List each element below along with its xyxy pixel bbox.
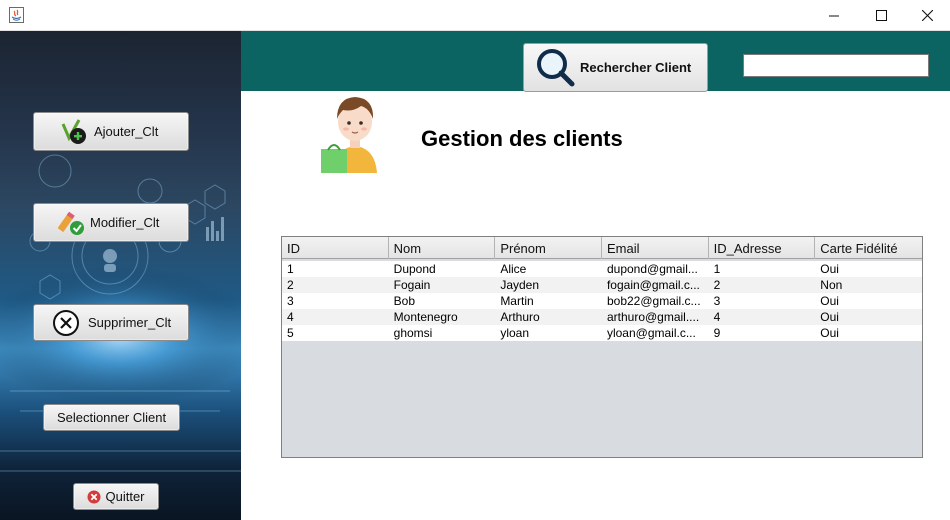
column-header-email[interactable]: Email — [602, 237, 709, 259]
quit-label: Quitter — [105, 489, 145, 504]
cell-prenom: Alice — [500, 262, 527, 276]
cell-email: bob22@gmail.c... — [606, 294, 701, 308]
quit-icon — [87, 490, 101, 503]
cell-prenom: Arthuro — [500, 310, 540, 324]
maximize-button[interactable] — [858, 0, 904, 31]
cell-email: arthuro@gmail.... — [606, 310, 700, 324]
cell-nom: Montenegro — [393, 310, 458, 324]
add-client-button[interactable]: Ajouter_Clt — [33, 112, 189, 151]
cell-carte-fidelite: Non — [820, 278, 843, 292]
cell-email: yloan@gmail.c... — [606, 326, 696, 340]
cell-id-adresse: 2 — [713, 278, 721, 292]
search-client-label: Rechercher Client — [580, 60, 692, 75]
select-client-button[interactable]: Selectionner Client — [43, 404, 180, 431]
cell-id: 4 — [287, 310, 294, 324]
delete-client-label: Supprimer_Clt — [88, 315, 172, 330]
add-client-label: Ajouter_Clt — [94, 124, 159, 139]
java-app-icon — [9, 7, 24, 23]
search-client-button[interactable]: Rechercher Client — [523, 43, 708, 92]
cell-carte-fidelite: Oui — [820, 294, 839, 308]
search-input[interactable] — [743, 54, 929, 77]
column-header-nom[interactable]: Nom — [389, 237, 496, 259]
clients-table[interactable]: ID Nom Prénom Email ID_Adresse Carte Fid… — [281, 236, 923, 458]
edit-client-icon — [58, 211, 84, 235]
cell-prenom: yloan — [500, 326, 529, 340]
table-header: ID Nom Prénom Email ID_Adresse Carte Fid… — [282, 237, 922, 259]
cell-id: 1 — [287, 262, 294, 276]
delete-client-button[interactable]: Supprimer_Clt — [33, 304, 189, 341]
table-row[interactable]: 1 Dupond Alice dupond@gmail... 1 Oui — [282, 261, 922, 277]
cell-nom: ghomsi — [393, 326, 433, 340]
cell-id: 3 — [287, 294, 294, 308]
cell-id: 2 — [287, 278, 294, 292]
minimize-button[interactable] — [811, 0, 857, 31]
cell-nom: Dupond — [393, 262, 436, 276]
client-avatar-illustration — [321, 92, 389, 173]
table-row[interactable]: 4 Montenegro Arthuro arthuro@gmail.... 4… — [282, 309, 922, 325]
quit-button[interactable]: Quitter — [73, 483, 159, 510]
page-title: Gestion des clients — [421, 126, 623, 151]
cell-nom: Bob — [393, 294, 416, 308]
table-row[interactable]: 2 Fogain Jayden fogain@gmail.c... 2 Non — [282, 277, 922, 293]
cell-email: dupond@gmail... — [606, 262, 698, 276]
magnifier-icon — [537, 48, 575, 86]
delete-client-icon — [53, 309, 79, 336]
sidebar-background-art — [0, 154, 241, 472]
cell-id-adresse: 9 — [713, 326, 721, 340]
cell-email: fogain@gmail.c... — [606, 278, 700, 292]
edit-client-button[interactable]: Modifier_Clt — [33, 203, 189, 242]
close-icon — [921, 10, 933, 21]
maximize-icon — [875, 10, 887, 21]
cell-nom: Fogain — [393, 278, 431, 292]
table-body: 1 Dupond Alice dupond@gmail... 1 Oui 2 F… — [282, 261, 922, 341]
window-title-bar — [0, 0, 950, 31]
column-header-carte-fidelite[interactable]: Carte Fidélité — [815, 237, 922, 259]
column-header-id-adresse[interactable]: ID_Adresse — [709, 237, 816, 259]
cell-carte-fidelite: Oui — [820, 310, 839, 324]
select-client-label: Selectionner Client — [56, 410, 167, 425]
edit-client-label: Modifier_Clt — [90, 215, 160, 230]
cell-id-adresse: 4 — [713, 310, 721, 324]
minimize-icon — [829, 15, 839, 16]
cell-id: 5 — [287, 326, 294, 340]
cell-id-adresse: 3 — [713, 294, 721, 308]
close-window-button[interactable] — [904, 0, 950, 31]
cell-prenom: Jayden — [500, 278, 540, 292]
cell-id-adresse: 1 — [713, 262, 721, 276]
table-row[interactable]: 5 ghomsi yloan yloan@gmail.c... 9 Oui — [282, 325, 922, 341]
sidebar: Ajouter_Clt Modifier_Clt Supprimer_Clt S… — [0, 31, 241, 520]
column-header-prenom[interactable]: Prénom — [495, 237, 602, 259]
column-header-id[interactable]: ID — [282, 237, 389, 259]
cell-carte-fidelite: Oui — [820, 326, 839, 340]
cell-prenom: Martin — [500, 294, 534, 308]
add-client-icon — [61, 118, 86, 144]
cell-carte-fidelite: Oui — [820, 262, 839, 276]
table-row[interactable]: 3 Bob Martin bob22@gmail.c... 3 Oui — [282, 293, 922, 309]
